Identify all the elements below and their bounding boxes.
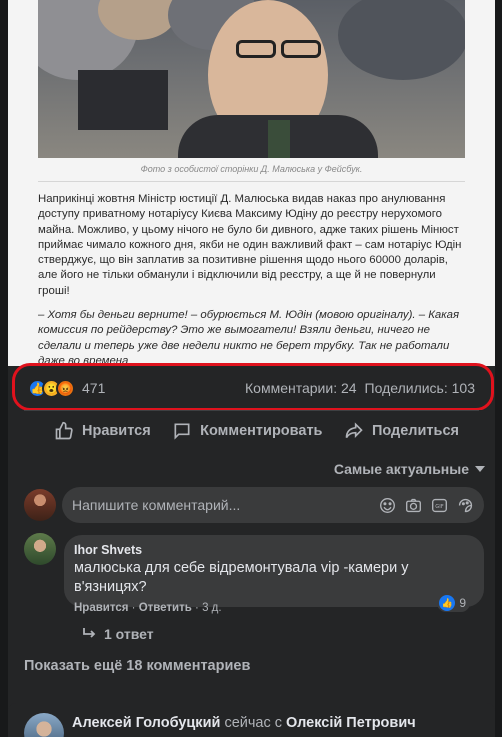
comment-bubble: Ihor Shvets малюська для себе відремонту… — [64, 535, 484, 607]
comment-author[interactable]: Ihor Shvets — [74, 543, 472, 557]
comment-reply-link[interactable]: Ответить — [139, 602, 192, 614]
speech-bubble-icon — [174, 423, 190, 440]
next-post-header: Алексей Голобуцкий сейчас с Олексій Петр… — [72, 715, 416, 731]
comment-input-placeholder: Напишите комментарий... — [72, 497, 241, 513]
like-label: Нравится — [82, 422, 151, 439]
shares-count[interactable]: Поделились: 103 — [365, 380, 475, 396]
photo-caption: Фото з особистої сторінки Д. Малюська у … — [140, 164, 363, 174]
comments-count[interactable]: Комментарии: 24 — [245, 380, 357, 396]
comment-item: Ihor Shvets малюська для себе відремонту… — [24, 533, 484, 642]
next-post-author[interactable]: Алексей Голобуцкий — [72, 715, 220, 731]
next-post-card: Алексей Голобуцкий сейчас с Олексій Петр… — [8, 703, 495, 737]
reaction-count[interactable]: 471 — [82, 380, 105, 396]
comment-like-link[interactable]: Нравится — [74, 602, 128, 614]
comment-composer: Напишите комментарий... GIF — [24, 487, 484, 523]
show-more-comments[interactable]: Показать ещё 18 комментариев — [24, 658, 250, 674]
post-stats-bar: 👍 😮 😡 471 Комментарии: 24 Поделились: 10… — [8, 366, 495, 410]
comment-reaction-count[interactable]: 👍 9 — [437, 594, 470, 612]
comment-sort-dropdown[interactable]: Самые актуальные — [334, 461, 485, 477]
reply-arrow-icon — [83, 628, 96, 638]
share-arrow-icon — [345, 421, 363, 438]
avatar[interactable] — [24, 489, 56, 521]
article-paragraph: – Хотя бы деньги верните! – обурюється М… — [38, 309, 460, 367]
article-paragraph: Наприкінці жовтня Міністр юстиції Д. Мал… — [38, 193, 462, 297]
angry-reaction-icon: 😡 — [56, 378, 75, 398]
avatar[interactable] — [24, 713, 64, 737]
post-footer: Нравится Комментировать Поделиться Самые… — [8, 410, 495, 737]
comment-time[interactable]: 3 д. — [202, 602, 222, 614]
comment-label: Комментировать — [200, 422, 323, 439]
comment-meta: Нравится · Ответить · 3 д. — [74, 602, 222, 614]
comment-input[interactable]: Напишите комментарий... GIF — [62, 487, 484, 523]
caption-divider — [38, 181, 465, 182]
share-button[interactable]: Поделиться — [344, 421, 459, 441]
sticker-icon[interactable] — [457, 497, 474, 514]
like-reaction-icon: 👍 — [439, 595, 456, 611]
comment-button[interactable]: Комментировать — [172, 421, 322, 441]
share-label: Поделиться — [371, 422, 459, 439]
next-post-connector: сейчас с — [224, 715, 282, 731]
avatar[interactable] — [24, 533, 56, 565]
reactions-summary[interactable]: 👍 😮 😡 471 — [28, 378, 105, 398]
comment-like-count: 9 — [459, 596, 466, 610]
camera-icon[interactable] — [405, 497, 422, 514]
replies-label: 1 ответ — [104, 626, 154, 642]
thumbs-up-icon — [55, 421, 73, 439]
comment-text: малюська для себе відремонтувала vip -ка… — [74, 560, 409, 595]
sort-label: Самые актуальные — [333, 461, 469, 477]
article-text: Наприкінці жовтня Міністр юстиції Д. Мал… — [38, 192, 470, 370]
like-button[interactable]: Нравится — [54, 421, 151, 441]
svg-text:GIF: GIF — [435, 504, 443, 510]
caret-down-icon — [475, 466, 485, 472]
gif-icon[interactable]: GIF — [431, 497, 448, 514]
post-photo — [38, 0, 465, 158]
emoji-icon[interactable] — [379, 497, 396, 514]
post-image[interactable]: Фото з особистої сторінки Д. Малюська у … — [8, 0, 495, 370]
next-post-tagged[interactable]: Олексій Петрович — [286, 715, 416, 731]
post-actions: Нравится Комментировать Поделиться — [24, 410, 479, 450]
view-replies-link[interactable]: 1 ответ — [82, 626, 154, 642]
